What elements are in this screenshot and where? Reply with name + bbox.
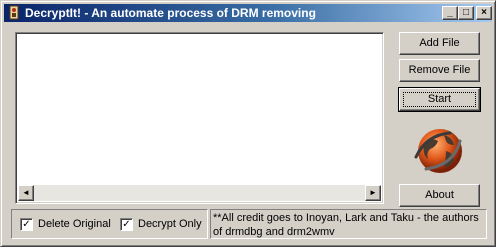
minimize-button[interactable]: _ (442, 6, 458, 20)
add-file-button[interactable]: Add File (399, 32, 480, 55)
delete-original-checkbox[interactable]: ✓ Delete Original (20, 218, 120, 232)
credits-panel: **All credit goes to Inoyan, Lark and Ta… (210, 209, 487, 239)
about-label: About (425, 189, 454, 201)
arrow-left-icon: ◄ (22, 188, 30, 197)
horizontal-scrollbar[interactable]: ◄ ► (18, 185, 381, 201)
decrypt-only-checkbox[interactable]: ✓ Decrypt Only (120, 218, 208, 232)
add-file-label: Add File (419, 37, 460, 49)
decrypt-only-label: Decrypt Only (138, 218, 202, 230)
scroll-left-button[interactable]: ◄ (18, 185, 34, 201)
minimize-icon: _ (447, 7, 453, 18)
options-panel: ✓ Delete Original ✓ Decrypt Only (11, 209, 208, 239)
orange-globe-icon (414, 129, 462, 173)
main-window: DecryptIt! - An automate process of DRM … (0, 0, 496, 247)
remove-file-label: Remove File (408, 64, 471, 76)
start-label: Start (427, 93, 452, 105)
file-list[interactable]: ◄ ► (15, 32, 384, 204)
decryptit-app-icon (9, 5, 19, 20)
maximize-icon: □ (462, 7, 470, 18)
maximize-button[interactable]: □ (458, 6, 474, 20)
close-icon: × (481, 7, 487, 18)
title-bar[interactable]: DecryptIt! - An automate process of DRM … (4, 4, 492, 22)
start-button[interactable]: Start (398, 87, 481, 112)
checkbox-check-icon: ✓ (120, 218, 133, 231)
close-button[interactable]: × (476, 6, 492, 20)
scroll-right-button[interactable]: ► (365, 185, 381, 201)
checkbox-check-icon: ✓ (20, 218, 33, 231)
arrow-right-icon: ► (369, 188, 377, 197)
remove-file-button[interactable]: Remove File (399, 59, 480, 82)
delete-original-label: Delete Original (38, 218, 111, 230)
about-button[interactable]: About (399, 184, 480, 207)
window-title: DecryptIt! - An automate process of DRM … (25, 6, 316, 20)
